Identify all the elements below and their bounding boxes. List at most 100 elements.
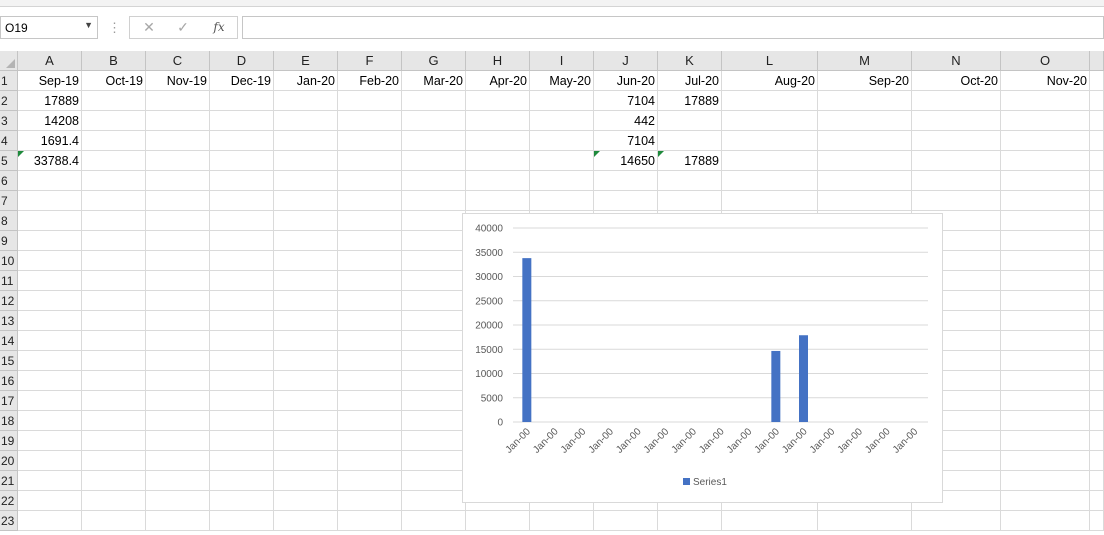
cell-g22[interactable]: [402, 491, 466, 511]
row-header-17[interactable]: 17: [0, 391, 18, 411]
cell-m2[interactable]: [818, 91, 912, 111]
cell-b10[interactable]: [82, 251, 146, 271]
cell-f3[interactable]: [338, 111, 402, 131]
cell-i23[interactable]: [530, 511, 594, 531]
cell-o8[interactable]: [1001, 211, 1090, 231]
cell-overflow[interactable]: [1090, 211, 1104, 231]
cell-b15[interactable]: [82, 351, 146, 371]
cell-m7[interactable]: [818, 191, 912, 211]
cell-a8[interactable]: [18, 211, 82, 231]
column-header-h[interactable]: H: [466, 51, 530, 71]
cell-overflow[interactable]: [1090, 471, 1104, 491]
row-header-23[interactable]: 23: [0, 511, 18, 531]
cell-i3[interactable]: [530, 111, 594, 131]
cell-a20[interactable]: [18, 451, 82, 471]
row-header-6[interactable]: 6: [0, 171, 18, 191]
enter-icon[interactable]: ✓: [172, 19, 194, 37]
name-box[interactable]: O19 ▼: [0, 16, 98, 39]
cell-a21[interactable]: [18, 471, 82, 491]
cell-h3[interactable]: [466, 111, 530, 131]
cell-e7[interactable]: [274, 191, 338, 211]
cell-c18[interactable]: [146, 411, 210, 431]
cell-f1[interactable]: Feb-20: [338, 71, 402, 91]
cell-j5[interactable]: 14650: [594, 151, 658, 171]
cell-overflow[interactable]: [1090, 231, 1104, 251]
cell-g4[interactable]: [402, 131, 466, 151]
cell-f17[interactable]: [338, 391, 402, 411]
cell-c12[interactable]: [146, 291, 210, 311]
cell-f2[interactable]: [338, 91, 402, 111]
cell-m1[interactable]: Sep-20: [818, 71, 912, 91]
cell-b18[interactable]: [82, 411, 146, 431]
row-header-12[interactable]: 12: [0, 291, 18, 311]
cell-j6[interactable]: [594, 171, 658, 191]
cell-e21[interactable]: [274, 471, 338, 491]
cell-a3[interactable]: 14208: [18, 111, 82, 131]
row-header-1[interactable]: 1: [0, 71, 18, 91]
cell-c6[interactable]: [146, 171, 210, 191]
cell-d1[interactable]: Dec-19: [210, 71, 274, 91]
cell-o1[interactable]: Nov-20: [1001, 71, 1090, 91]
cell-i5[interactable]: [530, 151, 594, 171]
cell-g12[interactable]: [402, 291, 466, 311]
cell-b17[interactable]: [82, 391, 146, 411]
cell-overflow[interactable]: [1090, 131, 1104, 151]
cell-f5[interactable]: [338, 151, 402, 171]
cell-d21[interactable]: [210, 471, 274, 491]
cell-g19[interactable]: [402, 431, 466, 451]
cell-n7[interactable]: [912, 191, 1001, 211]
cell-e14[interactable]: [274, 331, 338, 351]
cell-k6[interactable]: [658, 171, 722, 191]
column-header-o[interactable]: O: [1001, 51, 1090, 71]
cell-n1[interactable]: Oct-20: [912, 71, 1001, 91]
cell-overflow[interactable]: [1090, 91, 1104, 111]
column-header-i[interactable]: I: [530, 51, 594, 71]
cell-e9[interactable]: [274, 231, 338, 251]
row-header-5[interactable]: 5: [0, 151, 18, 171]
cell-e8[interactable]: [274, 211, 338, 231]
cell-d18[interactable]: [210, 411, 274, 431]
cell-k7[interactable]: [658, 191, 722, 211]
cell-a14[interactable]: [18, 331, 82, 351]
cell-a10[interactable]: [18, 251, 82, 271]
cell-h7[interactable]: [466, 191, 530, 211]
cell-k1[interactable]: Jul-20: [658, 71, 722, 91]
cell-overflow[interactable]: [1090, 491, 1104, 511]
cell-c2[interactable]: [146, 91, 210, 111]
cell-f22[interactable]: [338, 491, 402, 511]
cell-c21[interactable]: [146, 471, 210, 491]
row-header-20[interactable]: 20: [0, 451, 18, 471]
cell-d15[interactable]: [210, 351, 274, 371]
cell-f4[interactable]: [338, 131, 402, 151]
cell-f9[interactable]: [338, 231, 402, 251]
cell-a4[interactable]: 1691.4: [18, 131, 82, 151]
cell-j23[interactable]: [594, 511, 658, 531]
cell-k5[interactable]: 17889: [658, 151, 722, 171]
row-header-21[interactable]: 21: [0, 471, 18, 491]
cell-h23[interactable]: [466, 511, 530, 531]
cell-overflow[interactable]: [1090, 351, 1104, 371]
cell-d23[interactable]: [210, 511, 274, 531]
cell-m5[interactable]: [818, 151, 912, 171]
cell-h5[interactable]: [466, 151, 530, 171]
select-all-corner[interactable]: [0, 51, 18, 71]
cell-l1[interactable]: Aug-20: [722, 71, 818, 91]
cell-o21[interactable]: [1001, 471, 1090, 491]
cell-n4[interactable]: [912, 131, 1001, 151]
cell-c16[interactable]: [146, 371, 210, 391]
cell-l7[interactable]: [722, 191, 818, 211]
cell-overflow[interactable]: [1090, 371, 1104, 391]
cell-c7[interactable]: [146, 191, 210, 211]
cell-i1[interactable]: May-20: [530, 71, 594, 91]
cell-m23[interactable]: [818, 511, 912, 531]
cell-j4[interactable]: 7104: [594, 131, 658, 151]
column-header-k[interactable]: K: [658, 51, 722, 71]
column-header-overflow[interactable]: [1090, 51, 1104, 71]
cell-i6[interactable]: [530, 171, 594, 191]
cell-j2[interactable]: 7104: [594, 91, 658, 111]
cell-k3[interactable]: [658, 111, 722, 131]
row-header-4[interactable]: 4: [0, 131, 18, 151]
cell-c4[interactable]: [146, 131, 210, 151]
cell-o18[interactable]: [1001, 411, 1090, 431]
cell-e11[interactable]: [274, 271, 338, 291]
